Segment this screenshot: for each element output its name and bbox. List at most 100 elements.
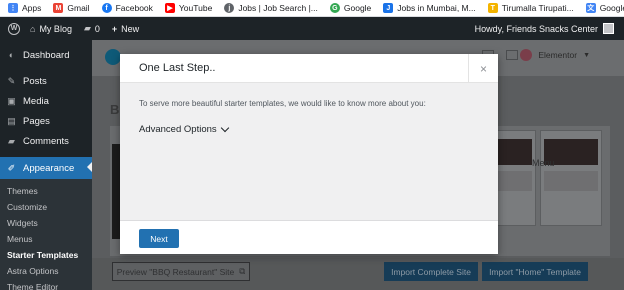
new-content-button[interactable]: + New [112,24,139,34]
comment-bubble-icon: ▰ [83,23,91,33]
submenu-astra-options[interactable]: Astra Options [0,263,92,279]
pin-icon: ✎ [7,75,16,86]
import-home-label: Import "Home" Template [489,266,581,277]
bookmark-jobs-mumbai[interactable]: J Jobs in Mumbai, M... [383,3,476,13]
pages-icon: ▤ [7,115,16,126]
jobs-mumbai-icon: J [383,3,394,13]
sidebar-item-label: Appearance [23,162,75,174]
new-label: New [121,23,140,34]
modal-body: To serve more beautiful starter template… [120,83,498,220]
modal-description: To serve more beautiful starter template… [139,99,426,108]
submenu-theme-editor[interactable]: Theme Editor [0,279,92,290]
media-icon: ▣ [7,95,16,106]
submenu-starter-templates[interactable]: Starter Templates [0,247,92,263]
next-button[interactable]: Next [139,229,179,248]
bookmark-label: Tirumalla Tirupati... [501,3,574,13]
sidebar-item-label: Dashboard [23,49,70,61]
appearance-icon: ✐ [7,162,16,173]
page-builder-selector[interactable]: Elementor ▼ [520,49,590,61]
modal-footer: Next [120,220,498,254]
site-title-initial: B [110,102,120,117]
my-account-menu[interactable]: Howdy, Friends Snacks Center [475,17,614,40]
preview-site-button[interactable]: Preview "BBQ Restaurant" Site ⧉ [112,262,250,281]
template-thumbnail[interactable] [540,130,602,226]
bookmark-label: Google Translate [599,3,624,13]
sidebar-item-media[interactable]: ▣ Media [0,91,92,111]
greeting-text: Howdy, Friends Snacks Center [474,23,598,34]
import-complete-label: Import Complete Site [391,266,471,277]
import-complete-site-button[interactable]: Import Complete Site [384,262,478,281]
wp-admin-bar: W ⌂ My Blog ▰ 0 + New Howdy, Friends Sna… [0,17,624,40]
one-last-step-modal: One Last Step.. × To serve more beautifu… [120,54,498,254]
page-builder-label: Elementor [538,50,578,60]
bookmark-label: YouTube [178,3,213,13]
apps-grid-icon: ⋮ [8,3,18,13]
bookmark-google-translate[interactable]: 文 Google Translate [585,3,624,13]
dashboard-icon: ◐ [8,50,15,60]
avatar [603,23,614,34]
site-name: My Blog [39,23,72,34]
modal-title: One Last Step.. [139,62,216,74]
elementor-icon [520,49,533,61]
bookmark-label: Facebook [115,3,153,13]
bookmark-tirupati[interactable]: T Tirumalla Tirupati... [487,3,574,13]
site-name-link[interactable]: ⌂ My Blog [30,24,72,34]
home-icon: ⌂ [30,23,36,34]
sidebar-item-dashboard[interactable]: ◐ Dashboard [0,44,92,66]
favorites-icon[interactable] [506,50,518,60]
wordpress-icon: W [8,22,20,35]
sidebar-item-label: Pages [23,115,50,127]
sidebar-item-appearance[interactable]: ✐ Appearance [0,157,92,179]
admin-sidebar: ◐ Dashboard ✎ Posts ▣ Media ▤ Pages ▰ Co… [0,40,92,290]
starter-templates-logo [105,49,121,65]
bookmark-google[interactable]: G Google [329,3,372,13]
modal-header: One Last Step.. × [120,54,498,83]
submenu-widgets[interactable]: Widgets [0,215,92,231]
next-button-label: Next [150,233,168,244]
sidebar-item-label: Posts [23,75,47,87]
sidebar-item-label: Media [23,95,49,107]
plus-icon: + [111,23,118,34]
google-icon: G [329,3,340,13]
wordpress-logo-button[interactable]: W [8,22,20,35]
thumbnail-label: Menu [532,158,555,168]
comments-link[interactable]: ▰ 0 [84,23,100,34]
bookmark-facebook[interactable]: f Facebook [101,3,153,13]
jobs-icon: j [224,3,235,13]
sidebar-item-comments[interactable]: ▰ Comments [0,131,92,151]
bookmark-label: Gmail [67,3,90,13]
thumbnail-section [544,171,598,191]
bookmark-label: Jobs | Job Search |... [238,3,318,13]
chevron-down-icon: ▼ [583,51,590,59]
bookmark-label: Apps [22,3,42,13]
sidebar-item-pages[interactable]: ▤ Pages [0,111,92,131]
facebook-icon: f [101,3,112,13]
close-icon: × [479,61,487,76]
preview-button-label: Preview "BBQ Restaurant" Site [116,266,235,277]
bookmark-youtube[interactable]: ▶ YouTube [164,3,213,13]
gmail-icon: M [53,3,64,13]
tirupati-icon: T [487,3,498,13]
bookmark-label: Jobs in Mumbai, M... [397,3,476,13]
sidebar-item-posts[interactable]: ✎ Posts [0,71,92,91]
bookmarks-bar: ⋮ Apps M Gmail f Facebook ▶ YouTube j Jo… [0,0,624,17]
advanced-options-label: Advanced Options [139,124,217,135]
bookmark-label: Google [343,3,372,13]
close-button[interactable]: × [468,54,498,83]
advanced-options-toggle[interactable]: Advanced Options [139,123,479,135]
google-translate-icon: 文 [585,3,596,13]
sidebar-item-label: Comments [23,135,69,147]
chevron-down-icon [220,123,229,133]
youtube-icon: ▶ [164,3,175,13]
bookmark-jobs[interactable]: j Jobs | Job Search |... [224,3,318,13]
submenu-themes[interactable]: Themes [0,183,92,199]
comments-count: 0 [94,23,100,34]
import-home-template-button[interactable]: Import "Home" Template [482,262,588,281]
comments-icon: ▰ [8,135,15,146]
appearance-submenu: Themes Customize Widgets Menus Starter T… [0,179,92,290]
submenu-customize[interactable]: Customize [0,199,92,215]
bookmark-gmail[interactable]: M Gmail [53,3,90,13]
external-link-icon: ⧉ [239,266,246,276]
bookmark-apps[interactable]: ⋮ Apps [8,3,41,13]
submenu-menus[interactable]: Menus [0,231,92,247]
